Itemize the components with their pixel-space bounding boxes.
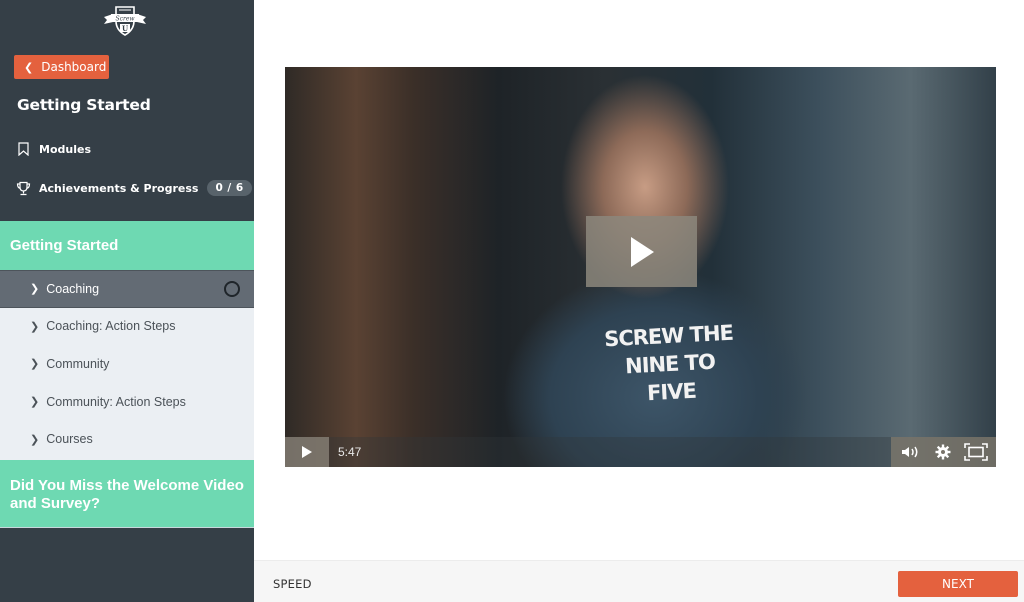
bookmark-icon: [14, 140, 32, 158]
chevron-right-icon: ❯: [30, 283, 40, 296]
settings-button[interactable]: [931, 442, 955, 462]
section-header-getting-started[interactable]: Getting Started: [0, 221, 254, 270]
course-title: Getting Started: [17, 96, 151, 114]
lesson-item-coaching[interactable]: ❯ Coaching: [0, 270, 254, 308]
video-player[interactable]: SCREW THE NINE TO FIVE 5:47: [285, 67, 996, 467]
svg-text:U: U: [122, 24, 128, 33]
progress-bar[interactable]: 5:47: [329, 437, 891, 467]
chevron-right-icon: ❯: [30, 433, 40, 446]
lesson-item-community-action-steps[interactable]: ❯ Community: Action Steps: [0, 383, 254, 421]
play-icon: [302, 446, 312, 458]
lesson-label: Coaching: Action Steps: [46, 319, 176, 334]
volume-button[interactable]: [899, 442, 923, 462]
fullscreen-icon: [964, 443, 988, 461]
lesson-item-courses[interactable]: ❯ Courses: [0, 420, 254, 458]
lesson-label: Coaching: [46, 281, 100, 296]
right-controls: [891, 437, 996, 467]
screw-u-logo[interactable]: Screw U: [100, 3, 150, 37]
chevron-right-icon: ❯: [30, 358, 40, 371]
video-duration: 5:47: [338, 445, 362, 459]
modules-label: Modules: [39, 142, 91, 156]
lesson-label: Community: Action Steps: [46, 394, 186, 409]
dashboard-button[interactable]: ❮ Dashboard: [14, 55, 109, 79]
volume-icon: [902, 446, 918, 458]
speed-button[interactable]: SPEED: [273, 577, 312, 591]
progress-badge: 0 / 6: [207, 180, 252, 196]
chevron-left-icon: ❮: [24, 60, 34, 74]
video-controls: 5:47: [285, 437, 996, 467]
player-footer: SPEED NEXT: [254, 560, 1024, 602]
course-player: Screw U ❮ Dashboard Getting Started Modu…: [0, 0, 1024, 602]
play-icon: [630, 236, 654, 267]
lesson-list: ❯ Coaching ❯ Coaching: Action Steps ❯ Co…: [0, 270, 254, 460]
achievements-label: Achievements & Progress: [39, 181, 199, 195]
incomplete-circle-icon: [224, 280, 240, 297]
play-button[interactable]: [285, 437, 329, 467]
video-frame-shirt-text: SCREW THE NINE TO FIVE: [603, 320, 734, 406]
gear-icon: [935, 444, 951, 460]
lesson-item-coaching-action-steps[interactable]: ❯ Coaching: Action Steps: [0, 308, 254, 346]
fullscreen-button[interactable]: [964, 442, 988, 462]
main-content: SCREW THE NINE TO FIVE 5:47: [254, 0, 1024, 560]
sidebar: Screw U ❮ Dashboard Getting Started Modu…: [0, 0, 254, 602]
next-button[interactable]: NEXT: [898, 571, 1018, 597]
achievements-link[interactable]: Achievements & Progress 0 / 6: [14, 179, 252, 197]
dashboard-label: Dashboard: [41, 60, 107, 74]
lesson-label: Courses: [46, 432, 93, 447]
section-header-welcome-video[interactable]: Did You Miss the Welcome Video and Surve…: [0, 460, 254, 528]
svg-text:Screw: Screw: [115, 16, 135, 23]
chevron-right-icon: ❯: [30, 320, 40, 333]
lesson-label: Community: [46, 356, 110, 371]
chevron-right-icon: ❯: [30, 396, 40, 409]
lesson-item-community[interactable]: ❯ Community: [0, 345, 254, 383]
modules-link[interactable]: Modules: [14, 140, 91, 158]
big-play-button[interactable]: [586, 216, 697, 287]
trophy-icon: [14, 179, 32, 197]
